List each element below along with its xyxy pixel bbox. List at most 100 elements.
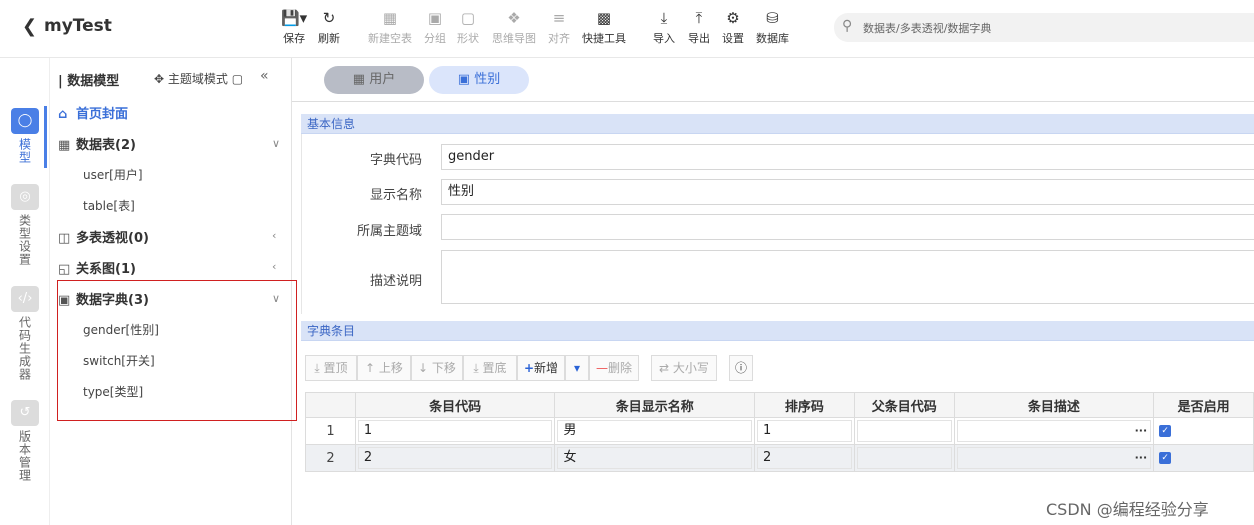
annotation-highlight-box — [57, 280, 297, 421]
main-content: ▦ 用户 ▣ 性别 基本信息 字典代码 gender 显示名称 性别 所属主题域… — [292, 58, 1254, 525]
tab-user[interactable]: ▦ 用户 — [324, 66, 424, 94]
basic-info-form: 字典代码 gender 显示名称 性别 所属主题域 描述说明 — [301, 134, 1254, 314]
column-header-name[interactable]: 条目显示名称 — [554, 392, 756, 418]
enabled-checkbox[interactable]: ✓ — [1159, 425, 1172, 437]
table-icon: ▦ — [352, 72, 366, 87]
tree-leaf-user[interactable]: user[用户] — [83, 166, 143, 183]
more-icon[interactable]: ··· — [1135, 448, 1148, 468]
tree-item-home[interactable]: ⌂ 首页封面 — [58, 103, 128, 123]
item-code-input[interactable]: 2 — [357, 447, 553, 469]
watermark: CSDN @编程经验分享 — [1046, 500, 1209, 519]
export-button[interactable]: ⤒ 导出 — [688, 8, 710, 46]
mindmap-button[interactable]: ❖ 思维导图 — [492, 8, 536, 46]
column-header-sort[interactable]: 排序码 — [754, 392, 855, 418]
rail-item-model[interactable]: ◯ 模型 — [10, 108, 40, 164]
group-button[interactable]: ▣ 分组 — [424, 8, 446, 46]
chevron-left-icon[interactable]: ‹ — [272, 229, 276, 242]
tree-title: | 数据模型 — [58, 74, 120, 89]
info-icon: ⓘ — [734, 361, 747, 375]
column-header-code[interactable]: 条目代码 — [354, 392, 556, 418]
enabled-checkbox[interactable]: ✓ — [1159, 452, 1172, 464]
collapse-panel-icon[interactable]: « — [260, 68, 269, 84]
tab-gender[interactable]: ▣ 性别 — [429, 66, 529, 94]
move-bottom-button[interactable]: ⤓ 置底 — [463, 355, 517, 381]
rail-item-code-generator[interactable]: ‹/› 代码生成器 — [10, 286, 40, 381]
toolbox-button[interactable]: ▩ 快捷工具 — [582, 8, 626, 46]
column-header-index — [305, 392, 356, 418]
settings-button[interactable]: ⚙ 设置 — [722, 8, 744, 46]
row-index: 2 — [305, 444, 356, 472]
left-rail: ◯ 模型 ◎ 类型设置 ‹/› 代码生成器 ↺ 版本管理 — [0, 58, 50, 525]
tree-leaf-table[interactable]: table[表] — [83, 197, 135, 214]
diagram-icon: ◱ — [58, 262, 71, 277]
add-item-button[interactable]: +新增 — [517, 355, 565, 381]
minus-icon: — — [595, 361, 608, 375]
refresh-button[interactable]: ↻ 刷新 — [318, 8, 340, 46]
database-button[interactable]: ⛁ 数据库 — [756, 8, 789, 46]
tree-item-pivot[interactable]: ◫ 多表透视(0) — [58, 227, 149, 247]
item-code-input[interactable]: 1 — [357, 420, 553, 442]
table-header-row: 条目代码 条目显示名称 排序码 父条目代码 条目描述 是否启用 — [305, 392, 1254, 418]
move-down-button[interactable]: ↓ 下移 — [411, 355, 463, 381]
caret-down-icon: ▾ — [573, 361, 581, 375]
refresh-icon: ↻ — [322, 9, 336, 27]
description-label: 描述说明 — [369, 274, 422, 289]
info-button[interactable]: ⓘ — [729, 355, 753, 381]
new-table-button[interactable]: ▦ 新建空表 — [368, 8, 412, 46]
dict-code-label: 字典代码 — [369, 153, 422, 168]
item-parent-input[interactable] — [856, 420, 952, 442]
row-index: 1 — [305, 417, 356, 445]
case-convert-button[interactable]: ⇄ 大小写 — [651, 355, 717, 381]
import-button[interactable]: ⤓ 导入 — [653, 8, 675, 46]
table-row: 2 2 女 2 ··· ✓ — [305, 444, 1254, 472]
column-header-enabled[interactable]: 是否启用 — [1153, 392, 1254, 418]
home-icon: ⌂ — [58, 107, 68, 122]
table-icon: ▦ — [58, 138, 71, 153]
display-name-input[interactable]: 性别 — [441, 179, 1254, 205]
column-header-parent[interactable]: 父条目代码 — [853, 392, 955, 418]
chevron-left-icon[interactable]: ‹ — [272, 260, 276, 273]
rail-item-version[interactable]: ↺ 版本管理 — [10, 400, 40, 482]
code-icon: ‹/› — [11, 286, 39, 312]
bar-chart-icon: ◫ — [58, 231, 71, 246]
align-icon: ≡ — [552, 9, 566, 27]
item-desc-input[interactable]: ··· — [956, 447, 1152, 469]
item-parent-input[interactable] — [856, 447, 952, 469]
item-name-input[interactable]: 男 — [557, 420, 753, 442]
export-icon: ⤒ — [695, 9, 703, 27]
tree-item-tables[interactable]: ▦ 数据表(2) — [58, 134, 136, 154]
item-sort-input[interactable]: 2 — [757, 447, 852, 469]
align-button[interactable]: ≡ 对齐 — [548, 8, 570, 46]
move-up-button[interactable]: ↑ 上移 — [357, 355, 411, 381]
subject-domain-input[interactable] — [441, 214, 1254, 240]
database-icon: ⛁ — [766, 9, 779, 27]
chevron-left-icon[interactable]: ❮ — [22, 16, 37, 37]
gear-icon: ⚙ — [726, 9, 740, 27]
move-top-button[interactable]: ⤓ 置顶 — [305, 355, 357, 381]
item-name-input[interactable]: 女 — [557, 447, 753, 469]
globe-icon: ◎ — [11, 184, 39, 210]
book-icon: ▣ — [457, 72, 471, 87]
cube-icon: ◯ — [11, 108, 39, 134]
description-textarea[interactable] — [441, 250, 1254, 304]
table-row: 1 1 男 1 ··· ✓ — [305, 417, 1254, 445]
shape-button[interactable]: ▢ 形状 — [457, 8, 479, 46]
top-bar: ❮ myTest 💾▾ 保存 ↻ 刷新 ▦ 新建空表 ▣ 分组 ▢ 形状 ❖ 思维导图 ≡ 对… — [0, 0, 1254, 58]
rail-item-type-settings[interactable]: ◎ 类型设置 — [10, 184, 40, 266]
add-dropdown-button[interactable]: ▾ — [565, 355, 589, 381]
search-box[interactable]: ⚲ 数据表/多表透视/数据字典 — [834, 13, 1254, 42]
tree-item-relation[interactable]: ◱ 关系图(1) — [58, 258, 136, 278]
save-icon: 💾▾ — [281, 9, 308, 27]
chevron-down-icon[interactable]: ∨ — [272, 137, 280, 150]
dict-code-input[interactable]: gender — [441, 144, 1254, 170]
section-basic-info: 基本信息 — [301, 114, 1254, 134]
column-header-desc[interactable]: 条目描述 — [953, 392, 1155, 418]
more-icon[interactable]: ··· — [1135, 421, 1148, 441]
delete-item-button[interactable]: —删除 — [589, 355, 639, 381]
search-placeholder: 数据表/多表透视/数据字典 — [863, 22, 992, 35]
item-sort-input[interactable]: 1 — [757, 420, 852, 442]
domain-mode-toggle[interactable]: ✥ 主题域模式 ▢ — [154, 70, 243, 87]
display-name-label: 显示名称 — [369, 188, 422, 203]
save-button[interactable]: 💾▾ 保存 — [281, 8, 307, 46]
item-desc-input[interactable]: ··· — [956, 420, 1152, 442]
